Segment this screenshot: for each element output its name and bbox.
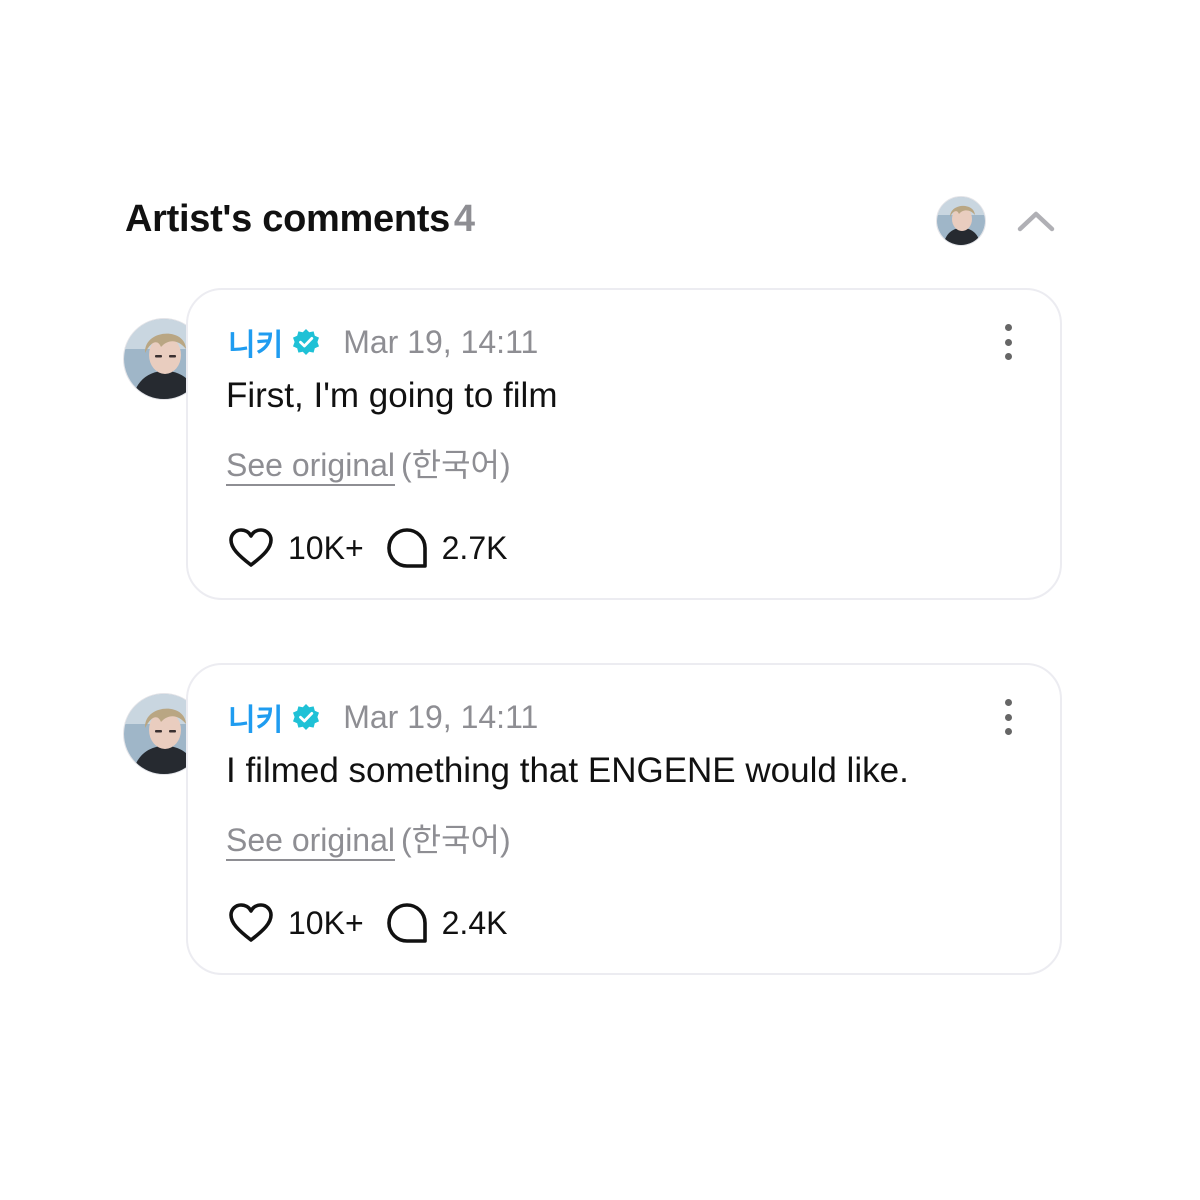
comment-actions: 10K+ 2.7K xyxy=(228,526,507,570)
comment-card: 니키 Mar 19, 14:11 First, I'm going to fil… xyxy=(186,288,1062,600)
heart-icon xyxy=(229,903,273,942)
reply-count: 2.7K xyxy=(441,529,508,566)
verified-badge-icon xyxy=(293,704,320,730)
like-button[interactable]: 10K+ xyxy=(228,902,364,944)
verified-badge-icon xyxy=(293,329,320,355)
like-button[interactable]: 10K+ xyxy=(228,527,364,569)
comment-item: 니키 Mar 19, 14:11 I filmed something that… xyxy=(123,663,1063,977)
reply-button[interactable]: 2.4K xyxy=(386,902,508,944)
chevron-up-icon xyxy=(1017,211,1055,232)
artist-comments-header: Artist's comments 4 xyxy=(125,196,1065,248)
like-count: 10K+ xyxy=(288,529,364,566)
section-title: Artist's comments 4 xyxy=(125,198,475,241)
original-language: (한국어) xyxy=(401,822,511,858)
more-vertical-icon xyxy=(1004,324,1012,331)
comment-card: 니키 Mar 19, 14:11 I filmed something that… xyxy=(186,663,1062,975)
avatar-image xyxy=(937,197,985,245)
translation-row: See original (한국어) xyxy=(226,815,511,861)
see-original-link[interactable]: See original xyxy=(226,822,395,861)
like-count: 10K+ xyxy=(288,904,364,941)
artist-comments-page: Artist's comments 4 니키 Mar 19, 14:11 Fir… xyxy=(0,0,1200,1200)
comment-actions: 10K+ 2.4K xyxy=(228,901,507,945)
reply-count: 2.4K xyxy=(441,904,508,941)
more-options-button[interactable] xyxy=(996,324,1020,360)
more-vertical-icon xyxy=(1004,699,1012,706)
heart-icon xyxy=(229,528,273,567)
comment-meta: 니키 Mar 19, 14:11 xyxy=(228,320,539,364)
more-options-button[interactable] xyxy=(996,699,1020,735)
author-name[interactable]: 니키 xyxy=(228,320,283,364)
comment-date: Mar 19, 14:11 xyxy=(343,698,539,735)
comment-text: I filmed something that ENGENE would lik… xyxy=(226,751,909,790)
translation-row: See original (한국어) xyxy=(226,440,511,486)
comment-date: Mar 19, 14:11 xyxy=(343,323,539,360)
section-title-label: Artist's comments xyxy=(125,198,450,240)
collapse-button[interactable] xyxy=(1013,198,1059,244)
comment-bubble-icon xyxy=(386,903,427,943)
comment-meta: 니키 Mar 19, 14:11 xyxy=(228,695,539,739)
author-name[interactable]: 니키 xyxy=(228,695,283,739)
comment-item: 니키 Mar 19, 14:11 First, I'm going to fil… xyxy=(123,288,1063,602)
original-language: (한국어) xyxy=(401,447,511,483)
comment-count: 4 xyxy=(453,198,475,240)
comment-bubble-icon xyxy=(386,528,427,568)
see-original-link[interactable]: See original xyxy=(226,447,395,486)
artist-avatar[interactable] xyxy=(936,196,986,246)
comment-text: First, I'm going to film xyxy=(226,376,558,415)
reply-button[interactable]: 2.7K xyxy=(386,527,508,569)
